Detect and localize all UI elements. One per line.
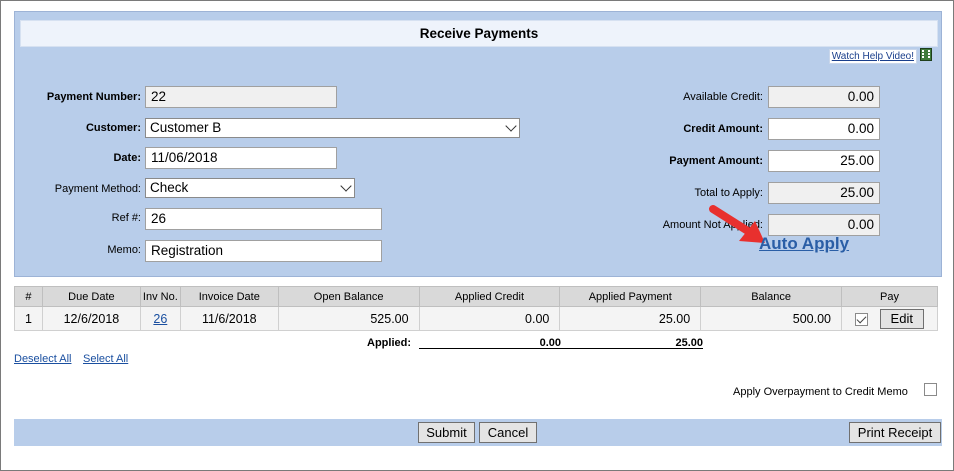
col-header-open-balance: Open Balance (277, 286, 420, 307)
col-header-applied-payment: Applied Payment (559, 286, 702, 307)
receive-payments-window: Receive Payments Watch Help Video! Payme… (0, 0, 954, 471)
credit-amount-label: Credit Amount: (683, 123, 763, 135)
payment-amount-label: Payment Amount: (669, 155, 763, 167)
select-all-link[interactable]: Select All (83, 353, 128, 365)
applied-label: Applied: (367, 337, 411, 349)
col-header-applied-credit: Applied Credit (418, 286, 561, 307)
page-title: Receive Payments (20, 20, 938, 47)
row-due-date: 12/6/2018 (41, 306, 141, 331)
table-row: 1 12/6/2018 26 11/6/2018 525.00 0.00 25.… (14, 306, 938, 331)
applied-underline (419, 348, 703, 349)
deselect-all-link[interactable]: Deselect All (14, 353, 71, 365)
chevron-down-icon (340, 180, 352, 192)
ref-field[interactable]: 26 (145, 208, 382, 230)
payment-number-label: Payment Number: (46, 91, 141, 103)
auto-apply-link[interactable]: Auto Apply (759, 234, 849, 254)
row-inv-no-link[interactable]: 26 (153, 312, 167, 326)
amount-not-applied-field: 0.00 (768, 214, 880, 236)
row-applied-payment: 25.00 (559, 306, 702, 331)
row-applied-credit: 0.00 (418, 306, 561, 331)
customer-value: Customer B (150, 120, 222, 135)
col-header-balance: Balance (700, 286, 843, 307)
payment-amount-field[interactable]: 25.00 (768, 150, 880, 172)
film-icon[interactable] (920, 48, 932, 61)
col-header-due-date: Due Date (41, 286, 141, 307)
table-header-row: # Due Date Inv No. Invoice Date Open Bal… (14, 286, 938, 307)
total-to-apply-label: Total to Apply: (694, 187, 764, 199)
submit-button[interactable]: Submit (418, 422, 475, 443)
available-credit-label: Available Credit: (683, 91, 763, 103)
col-header-num: # (14, 286, 43, 307)
available-credit-field: 0.00 (768, 86, 880, 108)
col-header-inv-no: Inv No. (139, 286, 181, 307)
invoice-table: # Due Date Inv No. Invoice Date Open Bal… (14, 286, 938, 331)
customer-select[interactable]: Customer B (145, 118, 520, 138)
memo-label: Memo: (107, 244, 141, 256)
pay-checkbox[interactable] (855, 312, 869, 326)
overpayment-checkbox[interactable] (924, 383, 937, 396)
chevron-down-icon (505, 120, 517, 132)
footer-bar (14, 419, 942, 446)
watch-help-video-link[interactable]: Watch Help Video! (828, 49, 917, 64)
total-to-apply-field: 25.00 (768, 182, 880, 204)
payment-method-value: Check (150, 180, 189, 195)
row-num: 1 (14, 306, 43, 331)
credit-amount-field[interactable]: 0.00 (768, 118, 880, 140)
edit-button[interactable]: Edit (879, 308, 924, 329)
row-invoice-date: 11/6/2018 (179, 306, 279, 331)
cancel-button[interactable]: Cancel (479, 422, 537, 443)
col-header-invoice-date: Invoice Date (179, 286, 279, 307)
print-receipt-button[interactable]: Print Receipt (849, 422, 941, 443)
row-balance: 500.00 (700, 306, 843, 331)
payment-method-select[interactable]: Check (145, 178, 355, 198)
date-field[interactable]: 11/06/2018 (145, 147, 337, 169)
date-label: Date: (113, 152, 141, 164)
memo-field[interactable]: Registration (145, 240, 382, 262)
payment-number-field[interactable]: 22 (145, 86, 337, 108)
overpayment-label: Apply Overpayment to Credit Memo (733, 386, 908, 398)
payment-method-label: Payment Method: (54, 183, 141, 195)
col-header-pay: Pay (841, 286, 938, 307)
customer-label: Customer: (85, 122, 141, 134)
ref-label: Ref #: (111, 212, 141, 224)
row-open-balance: 525.00 (277, 306, 420, 331)
